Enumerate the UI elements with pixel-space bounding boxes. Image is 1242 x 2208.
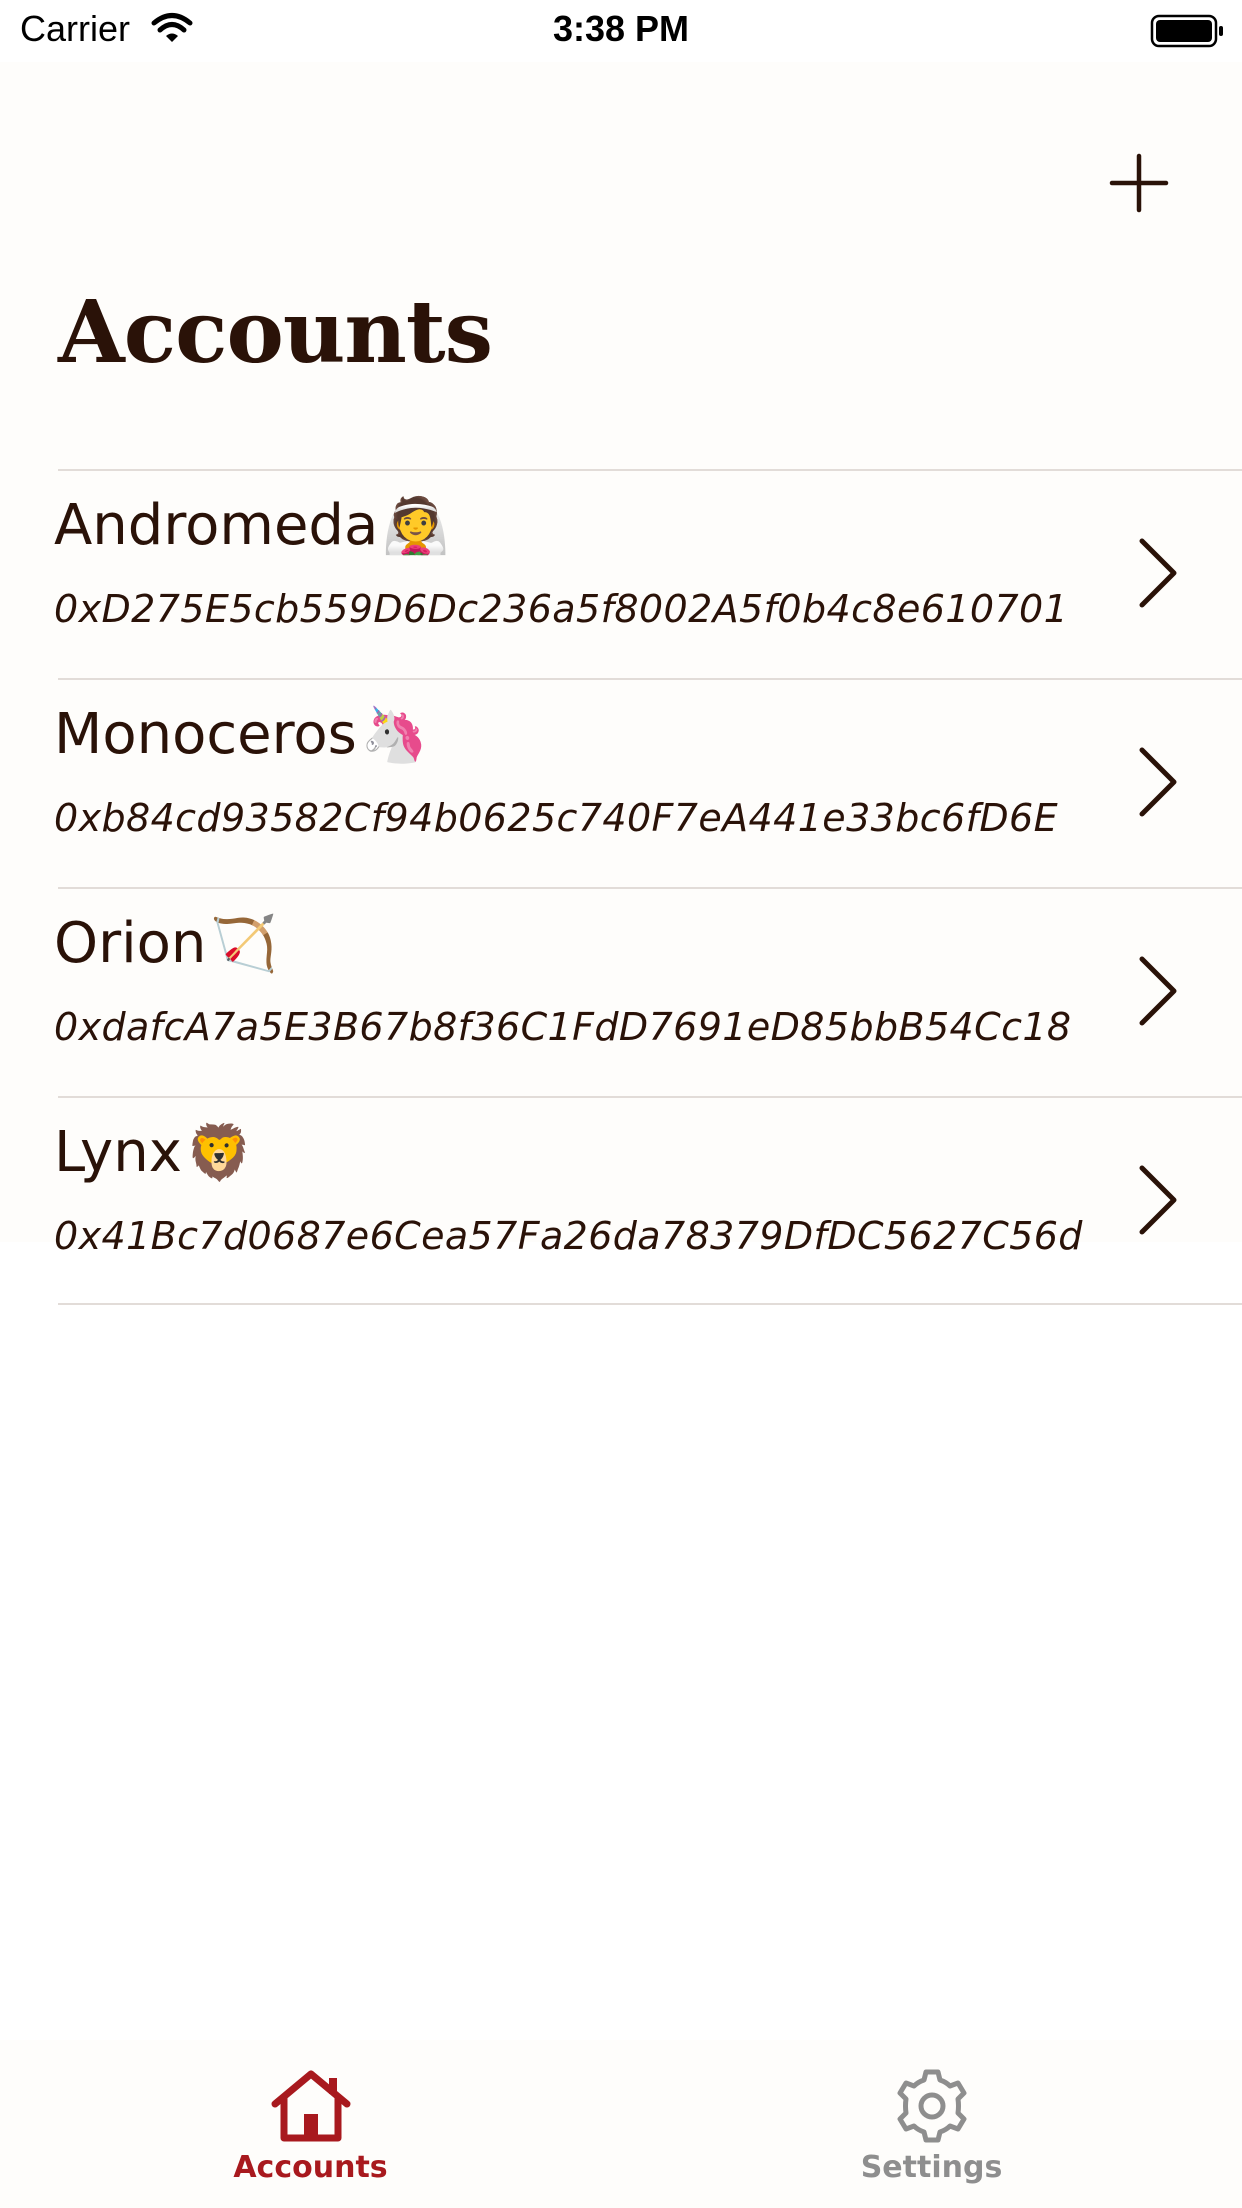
chevron-right-icon [1139,538,1177,608]
account-emoji: 🏹 [210,911,278,975]
account-address: 0xD275E5cb559D6Dc236a5f8002A5f0b4c8e6107… [54,587,1069,631]
account-row-orion[interactable]: Orion 🏹 0xdafcA7a5E3B67b8f36C1FdD7691eD8… [0,887,1242,1096]
account-emoji: 🦁 [185,1120,254,1184]
add-account-button[interactable] [1108,152,1170,214]
divider [58,469,1242,471]
home-icon [271,2070,350,2142]
tab-label: Accounts [233,2150,388,2185]
tab-label: Settings [860,2150,1003,2185]
account-list: Andromeda 👰 0xD275E5cb559D6Dc236a5f8002A… [0,469,1242,1305]
divider [58,887,1242,889]
content-area: Accounts Andromeda 👰 0xD275E5cb559D6Dc23… [0,62,1242,1305]
divider [58,678,1242,680]
accounts-screen: Carrier 3:38 PM Accounts Andromeda 👰 0xD… [0,0,1242,2208]
account-name: Monoceros [54,702,357,767]
chevron-right-icon [1139,956,1177,1026]
account-row-monoceros[interactable]: Monoceros 🦄 0xb84cd93582Cf94b0625c740F7e… [0,678,1242,887]
account-name: Orion [54,911,207,976]
divider [58,1096,1242,1098]
account-emoji: 🦄 [360,702,429,766]
page-title: Accounts [58,282,493,383]
account-address: 0x41Bc7d0687e6Cea57Fa26da78379DfDC5627C5… [54,1214,1083,1258]
chevron-right-icon [1139,1165,1177,1235]
status-bar: Carrier 3:38 PM [0,0,1242,62]
chevron-right-icon [1139,747,1177,817]
account-address: 0xb84cd93582Cf94b0625c740F7eA441e33bc6fD… [54,796,1059,840]
gear-icon [897,2069,966,2143]
account-address: 0xdafcA7a5E3B67b8f36C1FdD7691eD85bbB54Cc… [54,1005,1072,1049]
tab-accounts[interactable]: Accounts [0,2040,621,2208]
divider [58,1303,1242,1305]
tab-settings[interactable]: Settings [621,2040,1242,2208]
account-name: Lynx [54,1120,182,1185]
tab-bar: Accounts Settings [0,2040,1242,2208]
account-row-lynx[interactable]: Lynx 🦁 0x41Bc7d0687e6Cea57Fa26da78379DfD… [0,1096,1242,1305]
account-emoji: 👰 [382,493,450,557]
account-name: Andromeda [54,493,379,558]
battery-icon [1150,14,1223,48]
clock-label: 3:38 PM [552,8,690,49]
account-row-andromeda[interactable]: Andromeda 👰 0xD275E5cb559D6Dc236a5f8002A… [0,469,1242,678]
